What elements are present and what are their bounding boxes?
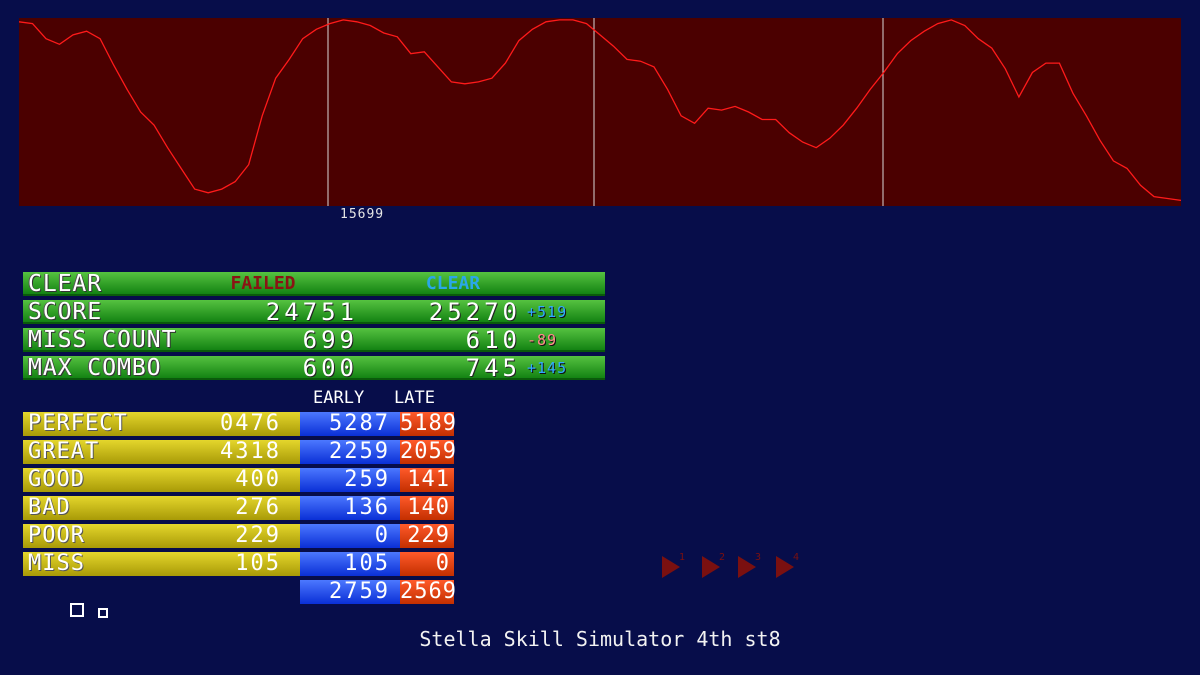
- judge-row-bad: BAD 276 136 140: [23, 496, 454, 520]
- clear-label: CLEAR: [28, 271, 103, 297]
- miss-count-label: MISS COUNT: [28, 327, 177, 353]
- judge-late: 141: [407, 467, 450, 492]
- play-arrow-number: 2: [719, 552, 726, 563]
- judge-name: POOR: [28, 523, 85, 548]
- play-arrow-icon[interactable]: [662, 556, 680, 578]
- graph-marker-value: 15699: [340, 207, 385, 222]
- judge-total: 105: [235, 551, 281, 576]
- gauge-graph: [19, 18, 1181, 206]
- judge-early: 2259: [329, 439, 390, 464]
- current-status: CLEAR: [425, 273, 481, 294]
- score-previous: 24751: [265, 298, 358, 326]
- early-header: EARLY: [313, 388, 365, 408]
- miss-count-row: MISS COUNT 699 610 -89: [23, 328, 605, 352]
- judge-total: 4318: [220, 439, 281, 464]
- judge-name: GOOD: [28, 467, 85, 492]
- gauge-line: [19, 19, 1181, 202]
- gauge-graph-svg: [19, 18, 1181, 206]
- option-square-small[interactable]: [98, 608, 108, 618]
- judge-late: 0: [435, 551, 450, 576]
- judge-row-poor: POOR 229 0 229: [23, 524, 454, 548]
- judge-late: 5189: [400, 411, 457, 436]
- play-arrow-icon[interactable]: [776, 556, 794, 578]
- score-delta: +519: [527, 303, 568, 321]
- late-header: LATE: [394, 388, 435, 408]
- play-arrow-number: 3: [755, 552, 762, 563]
- judge-early: 5287: [329, 411, 390, 436]
- play-arrow-icon[interactable]: [738, 556, 756, 578]
- judge-early: 259: [344, 467, 390, 492]
- judge-name: MISS: [28, 551, 85, 576]
- judge-late: 229: [407, 523, 450, 548]
- judge-row-miss: MISS 105 105 0: [23, 552, 454, 576]
- max-combo-current: 745: [465, 354, 521, 382]
- judge-early: 105: [344, 551, 390, 576]
- judge-total: 229: [235, 523, 281, 548]
- judge-row-great: GREAT 4318 2259 2059: [23, 439, 457, 464]
- miss-count-current: 610: [465, 326, 521, 354]
- judge-name: GREAT: [28, 439, 100, 464]
- late-total: 2569: [400, 579, 457, 604]
- judge-late: 2059: [400, 439, 457, 464]
- previous-status: FAILED: [230, 273, 296, 294]
- clear-row: CLEAR FAILED CLEAR: [23, 272, 605, 296]
- judge-early: 136: [344, 495, 390, 520]
- score-label: SCORE: [28, 299, 103, 325]
- score-row: SCORE 24751 25270 +519: [23, 300, 605, 324]
- play-arrow-number: 4: [793, 552, 800, 563]
- miss-count-previous: 699: [302, 326, 358, 354]
- score-current: 25270: [428, 298, 521, 326]
- judge-total: 400: [235, 467, 281, 492]
- judge-total: 276: [235, 495, 281, 520]
- judge-row-good: GOOD 400 259 141: [23, 468, 454, 492]
- judge-early: 0: [374, 523, 390, 548]
- miss-count-delta: -89: [527, 331, 558, 349]
- max-combo-previous: 600: [302, 354, 358, 382]
- judge-total: 0476: [220, 411, 281, 436]
- judge-row-perfect: PERFECT 0476 5287 5189: [23, 411, 457, 436]
- judge-name: PERFECT: [28, 411, 128, 436]
- judge-name: BAD: [28, 495, 71, 520]
- max-combo-row: MAX COMBO 600 745 +145: [23, 356, 605, 380]
- option-square-large[interactable]: [70, 603, 84, 617]
- judge-totals-row: 2759 2569: [23, 579, 457, 604]
- footer-title: Stella Skill Simulator 4th st8: [419, 627, 781, 651]
- max-combo-delta: +145: [527, 359, 568, 377]
- play-arrow-number: 1: [679, 552, 686, 563]
- max-combo-label: MAX COMBO: [28, 355, 162, 381]
- judge-late: 140: [407, 495, 450, 520]
- early-total: 2759: [329, 579, 390, 604]
- play-arrow-icon[interactable]: [702, 556, 720, 578]
